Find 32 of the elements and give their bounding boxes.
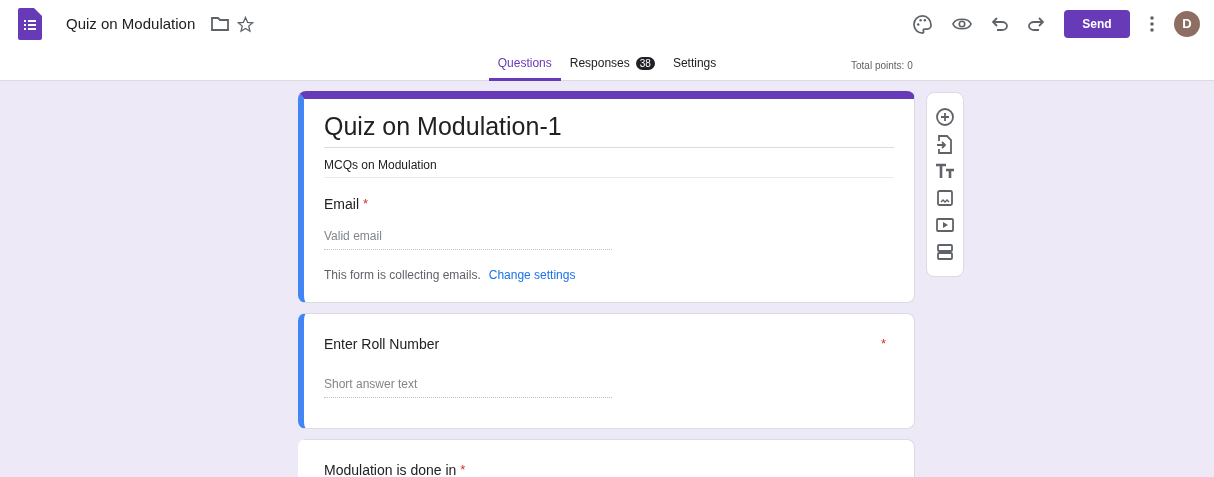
tab[interactable]: Settings <box>663 48 726 81</box>
send-button[interactable]: Send <box>1064 10 1130 38</box>
form-title[interactable]: Quiz on Modulation-1 <box>324 99 894 148</box>
email-note: This form is collecting emails. <box>324 267 481 284</box>
forms-logo-icon[interactable] <box>18 8 42 40</box>
undo-icon[interactable] <box>992 17 1008 31</box>
required-mark: * <box>880 335 886 353</box>
change-settings-link[interactable]: Change settings <box>488 266 576 284</box>
question-title: Enter Roll Number <box>324 335 440 354</box>
redo-icon[interactable] <box>1028 17 1044 31</box>
folder-icon[interactable] <box>211 17 230 31</box>
input-field[interactable]: Valid email <box>324 223 612 250</box>
question-title: Modulation is done in <box>324 461 457 477</box>
palette-icon[interactable] <box>913 14 932 34</box>
question-title: Email <box>324 195 359 214</box>
question-card[interactable]: Modulation is done in * <box>298 439 915 477</box>
question-card[interactable]: Enter Roll Number * Short answer text <box>298 313 915 429</box>
section-icon[interactable] <box>934 241 956 263</box>
avatar[interactable]: D <box>1174 11 1200 37</box>
image-icon[interactable] <box>934 187 956 209</box>
form-description[interactable]: MCQs on Modulation <box>324 148 894 178</box>
document-title[interactable]: Quiz on Modulation <box>66 12 196 36</box>
count-badge: 38 <box>635 57 655 70</box>
required-mark: * <box>460 461 466 477</box>
eye-icon[interactable] <box>952 17 972 31</box>
tab[interactable]: Responses 38 <box>560 48 664 81</box>
add-icon[interactable] <box>934 106 956 128</box>
required-mark: * <box>363 195 369 213</box>
more-icon[interactable] <box>1150 16 1154 32</box>
star-icon[interactable] <box>237 15 255 33</box>
answer-field[interactable]: Short answer text <box>324 371 612 398</box>
total-points: Total points: 0 <box>851 59 913 73</box>
